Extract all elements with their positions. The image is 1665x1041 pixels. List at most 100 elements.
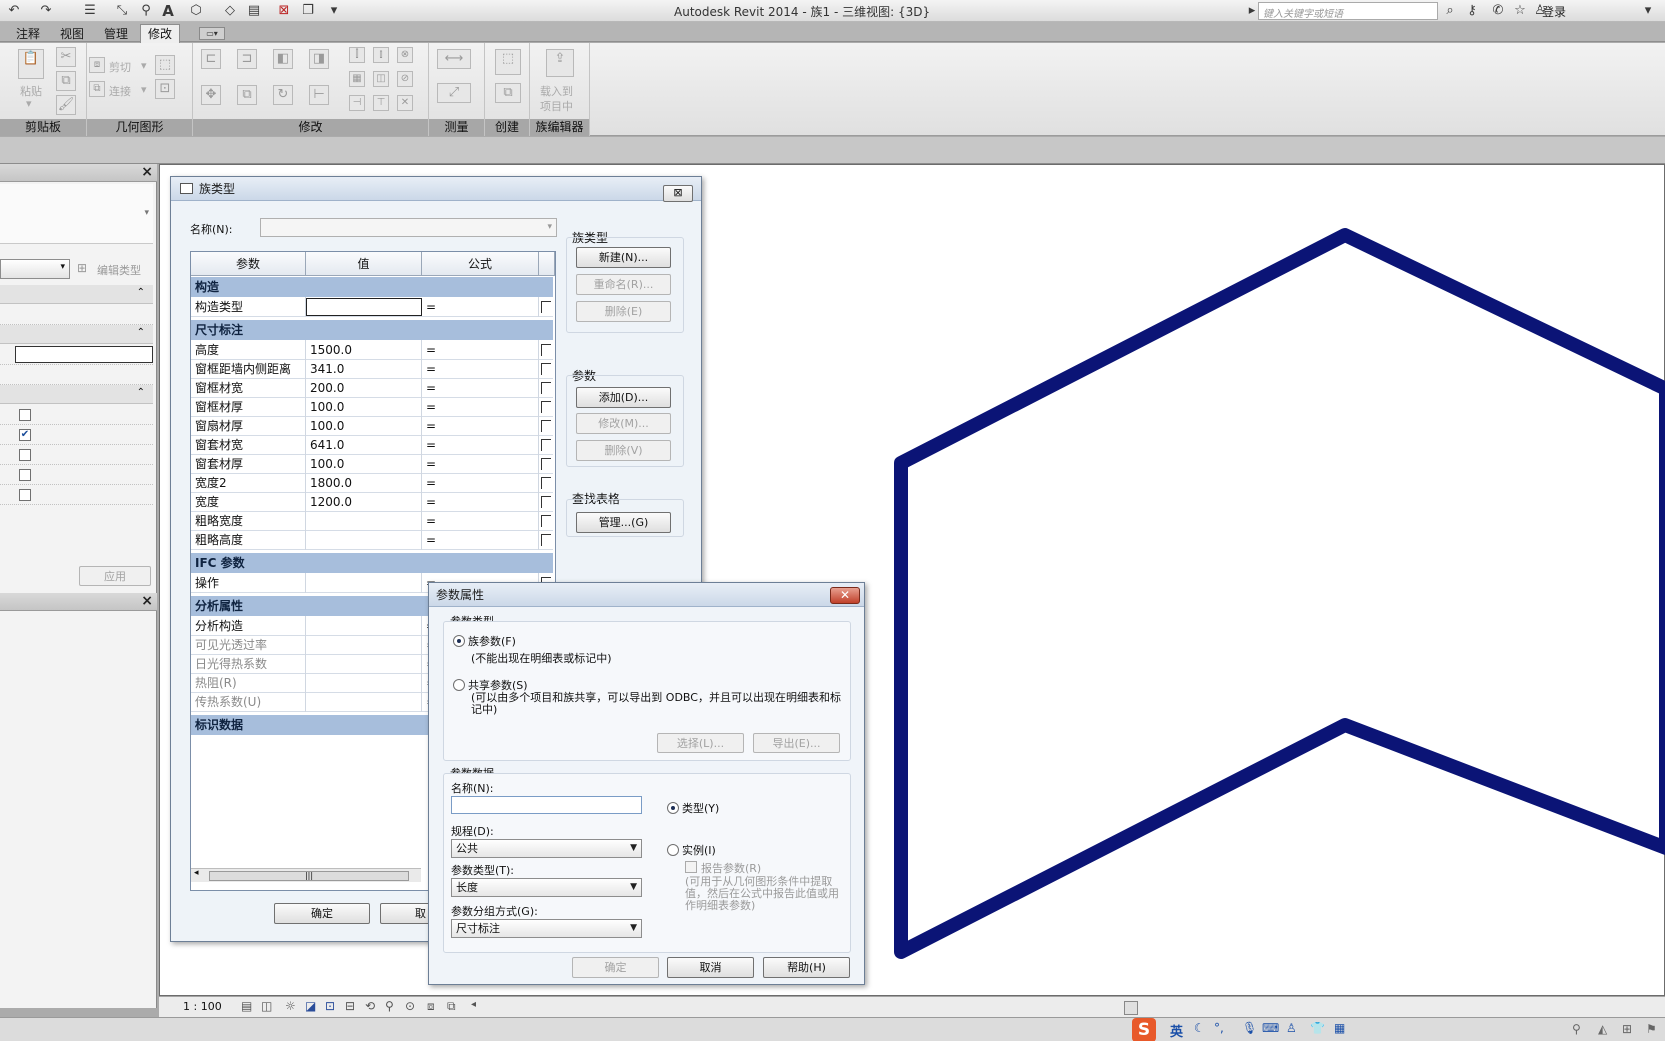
collapse-icon[interactable]: ⌃	[137, 287, 145, 298]
trim-multiple-icon[interactable]: ⊣	[349, 95, 365, 111]
manage-lookup-button[interactable]: 管理...(G)	[576, 512, 671, 533]
grid-row[interactable]: 窗套材宽 641.0 =	[191, 435, 553, 455]
microphone-icon[interactable]: 🎙	[1242, 1021, 1257, 1035]
lock-checkbox[interactable]	[541, 420, 551, 432]
property-value-input[interactable]	[15, 346, 153, 363]
lock-checkbox[interactable]	[541, 363, 551, 375]
property-checkbox[interactable]	[19, 469, 31, 481]
measure-icon[interactable]: ⤡	[114, 3, 130, 19]
new-type-button[interactable]: 新建(N)...	[576, 247, 671, 268]
grid-row[interactable]: 宽度 1200.0 =	[191, 492, 553, 512]
analytical-model-icon[interactable]: ⧈	[427, 999, 435, 1014]
pin-icon[interactable]: ⊗	[397, 47, 413, 63]
lock-checkbox[interactable]	[541, 401, 551, 413]
lock-checkbox[interactable]	[541, 382, 551, 394]
param-value-cell[interactable]: 1200.0	[306, 492, 422, 512]
param-value-cell[interactable]	[306, 511, 422, 531]
param-formula-cell[interactable]: =	[422, 511, 539, 531]
reveal-hidden-icon[interactable]: ⊙	[405, 999, 415, 1013]
project-label[interactable]: 项目中	[540, 98, 573, 114]
instance-radio-label[interactable]: 实例(I)	[682, 842, 716, 858]
rename-type-button[interactable]: 重命名(R)...	[576, 274, 671, 295]
login-button[interactable]: 登录	[1542, 3, 1566, 20]
moon-icon[interactable]: ☾	[1194, 1021, 1205, 1035]
properties-section[interactable]: ⌃	[0, 385, 153, 404]
switch-windows-icon[interactable]: ▤	[246, 3, 262, 19]
lock-checkbox[interactable]	[541, 344, 551, 356]
user-settings-icon[interactable]: ♙	[1286, 1021, 1297, 1035]
window-frame-outline[interactable]	[894, 228, 1665, 959]
lock-checkbox[interactable]	[541, 477, 551, 489]
load-into-label[interactable]: 载入到	[540, 83, 573, 99]
grid-row[interactable]: 粗略高度 =	[191, 530, 553, 550]
group-param-select[interactable]: 尺寸标注 ▼	[451, 919, 642, 938]
report-param-checkbox[interactable]	[685, 861, 697, 873]
param-value-cell[interactable]: 100.0	[306, 397, 422, 417]
properties-section[interactable]: ⌃	[0, 325, 153, 344]
3d-view-icon[interactable]: ⬡	[188, 3, 204, 19]
cut-geometry-icon[interactable]: ⧈	[89, 57, 105, 73]
horizontal-scrollbar[interactable]: ◂ |||	[191, 868, 421, 882]
keyboard-icon[interactable]: ⌨	[1262, 1021, 1279, 1035]
report-param-label[interactable]: 报告参数(R)	[701, 860, 761, 876]
delete-element-icon[interactable]: ✕	[397, 95, 413, 111]
scrollbar-thumb[interactable]	[1124, 1001, 1138, 1015]
param-value-cell[interactable]	[306, 530, 422, 550]
param-value-cell[interactable]	[306, 692, 422, 712]
close-icon[interactable]: ×	[141, 593, 153, 609]
param-value-cell[interactable]: 100.0	[306, 416, 422, 436]
grid-row[interactable]: 构造类型 =	[191, 297, 553, 317]
shadows-icon[interactable]: ◪	[305, 999, 316, 1013]
param-value-cell[interactable]	[306, 654, 422, 674]
rotate-icon[interactable]: ↻	[273, 85, 293, 105]
param-formula-cell[interactable]: =	[422, 454, 539, 474]
param-value-cell[interactable]: 341.0	[306, 359, 422, 379]
close-hidden-icon[interactable]: ⊠	[276, 3, 292, 19]
skin-icon[interactable]: 👕	[1310, 1021, 1325, 1035]
temp-hide-icon[interactable]: ⚲	[385, 999, 394, 1013]
grid-row[interactable]: 窗框材厚 100.0 =	[191, 397, 553, 417]
grid-row[interactable]: 高度 1500.0 =	[191, 340, 553, 360]
filter-icon[interactable]: ⚑	[1646, 1022, 1657, 1036]
tab-modify[interactable]: 修改	[140, 24, 180, 43]
star-icon[interactable]: ☆	[1512, 3, 1528, 19]
chevron-down-icon[interactable]: ▾	[60, 262, 65, 272]
tag-icon[interactable]: ⚲	[138, 3, 154, 19]
grid-section-header[interactable]: IFC 参数	[191, 553, 553, 573]
ok-button[interactable]: 确定	[572, 957, 659, 978]
copy-element-icon[interactable]: ⧉	[237, 85, 257, 105]
select-links-icon[interactable]: ⊞	[1622, 1022, 1632, 1036]
edit-type-icon[interactable]: ⊞	[77, 261, 87, 275]
grid-row[interactable]: 窗框材宽 200.0 =	[191, 378, 553, 398]
param-formula-cell[interactable]: =	[422, 340, 539, 360]
split-face-icon[interactable]: ⊡	[155, 79, 175, 99]
lock-checkbox[interactable]	[541, 439, 551, 451]
trim-single-icon[interactable]: ⊤	[373, 95, 389, 111]
tab-manage[interactable]: 管理	[102, 25, 130, 42]
param-value-cell[interactable]	[306, 573, 422, 593]
move-icon[interactable]: ✥	[201, 85, 221, 105]
design-options-icon[interactable]: ◭	[1598, 1022, 1607, 1036]
text-icon[interactable]: A	[160, 3, 176, 19]
search-input[interactable]: 键入关键字或短语	[1258, 2, 1438, 20]
delete-type-button[interactable]: 删除(E)	[576, 301, 671, 322]
param-formula-cell[interactable]: =	[422, 378, 539, 398]
join-geometry-icon[interactable]: ⧉	[89, 81, 105, 97]
customize-icon[interactable]: ▾	[326, 3, 342, 19]
grid-row[interactable]: 粗略宽度 =	[191, 511, 553, 531]
key-icon[interactable]: ⚷	[1464, 3, 1480, 19]
property-checkbox[interactable]	[19, 449, 31, 461]
remove-parameter-button[interactable]: 删除(V)	[576, 440, 671, 461]
param-name-input[interactable]	[451, 796, 642, 814]
unpin-icon[interactable]: ⊘	[397, 71, 413, 87]
toolbox-icon[interactable]: ▦	[1334, 1021, 1345, 1035]
scroll-left-icon[interactable]: ◂	[194, 868, 199, 878]
shared-param-radio[interactable]	[453, 679, 465, 691]
visual-style-icon[interactable]: ◫	[261, 999, 272, 1013]
load-into-project-icon[interactable]: ⇪	[546, 49, 574, 77]
section-icon[interactable]: ◇	[222, 3, 238, 19]
edit-type-button[interactable]: 编辑类型	[97, 262, 141, 278]
cancel-button[interactable]: 取消	[667, 957, 754, 978]
grid-section-header[interactable]: 尺寸标注	[191, 320, 553, 340]
param-value-cell[interactable]	[306, 673, 422, 693]
